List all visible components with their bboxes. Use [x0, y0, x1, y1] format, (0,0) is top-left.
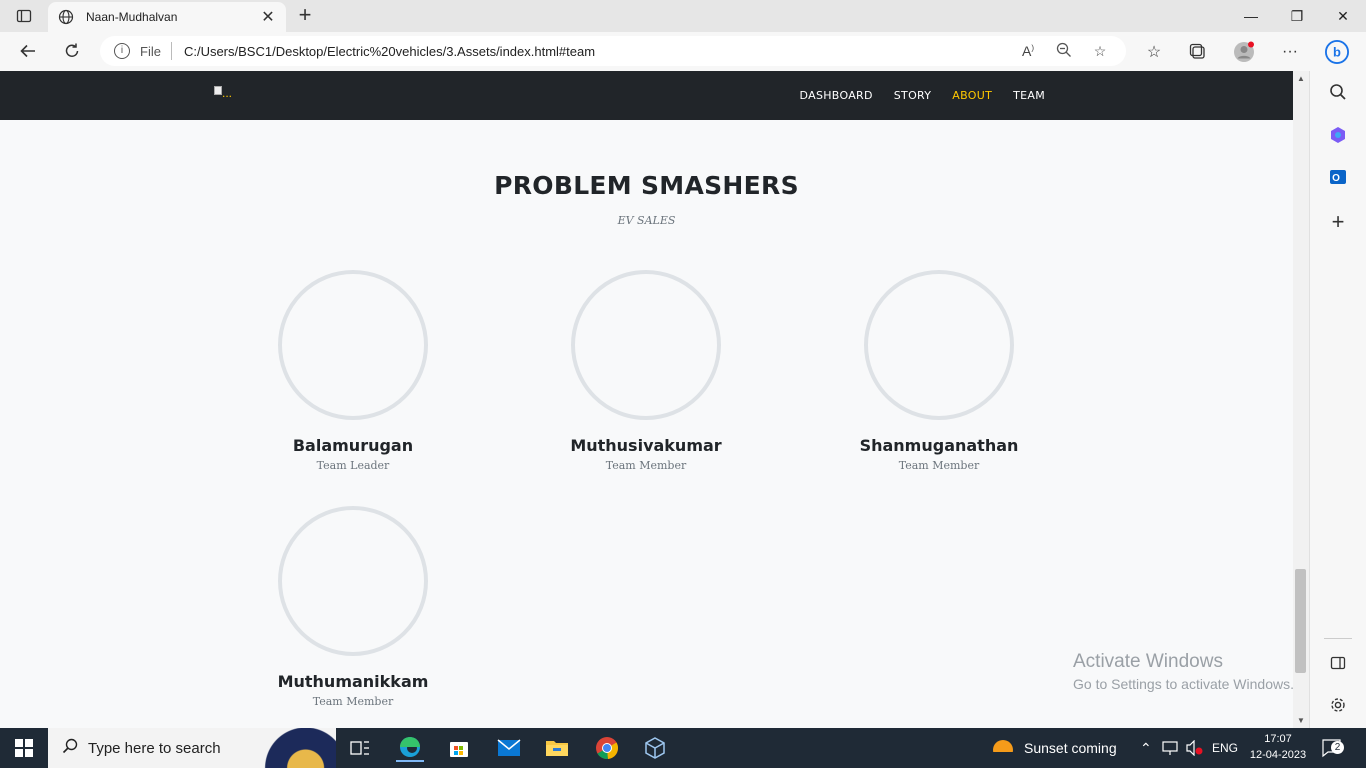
globe-icon: [58, 9, 74, 25]
watermark-subtitle: Go to Settings to activate Windows.: [1073, 676, 1294, 692]
member-role: Team Member: [898, 459, 980, 472]
member-photo: [864, 270, 1014, 420]
new-tab-button[interactable]: +: [292, 4, 318, 28]
member-role: Team Leader: [316, 459, 390, 472]
search-icon[interactable]: [1325, 79, 1351, 105]
read-aloud-icon[interactable]: A): [1016, 43, 1040, 59]
page-scrollbar[interactable]: ▲ ▼: [1293, 71, 1309, 728]
add-favorite-icon[interactable]: ☆: [1088, 43, 1112, 60]
notification-center[interactable]: 2: [1322, 728, 1344, 768]
member-role: Team Member: [605, 459, 687, 472]
tab-title: Naan-Mudhalvan: [86, 10, 178, 24]
weather-text: Sunset coming: [1024, 740, 1117, 756]
scroll-down-icon[interactable]: ▼: [1297, 716, 1305, 725]
scheme-label: File: [140, 43, 161, 59]
profile-avatar[interactable]: [1232, 40, 1256, 64]
search-highlight-image: [260, 728, 336, 768]
site-nav-links: DASHBOARD STORY ABOUT TEAM: [800, 71, 1045, 120]
scroll-up-icon[interactable]: ▲: [1297, 74, 1305, 83]
browser-tab-bar: Naan-Mudhalvan ✕ + — ❐ ✕: [0, 0, 1366, 32]
broken-image-icon: [214, 86, 222, 95]
member-name: Shanmuganathan: [859, 436, 1019, 455]
collections-icon[interactable]: [1186, 40, 1210, 64]
edge-sidebar: O +: [1309, 71, 1366, 728]
team-member-card: Shanmuganathan Team Member: [839, 270, 1039, 472]
svg-text:O: O: [1332, 173, 1340, 184]
brand-logo[interactable]: ...: [214, 86, 242, 104]
back-button[interactable]: [13, 38, 43, 64]
scrollbar-thumb[interactable]: [1295, 569, 1306, 673]
member-name: Muthumanikkam: [277, 672, 429, 691]
browser-tab[interactable]: Naan-Mudhalvan ✕: [48, 2, 286, 32]
watermark-title: Activate Windows: [1073, 651, 1223, 672]
nav-link-team[interactable]: TEAM: [1013, 89, 1045, 102]
address-divider: [170, 42, 172, 60]
minimize-button[interactable]: —: [1228, 0, 1274, 32]
start-button[interactable]: [0, 728, 48, 768]
nav-link-dashboard[interactable]: DASHBOARD: [800, 89, 873, 102]
sunset-icon: [990, 740, 1016, 759]
hide-sidebar-icon[interactable]: [1325, 650, 1351, 676]
system-clock[interactable]: 17:07 12-04-2023: [1240, 731, 1316, 763]
virtualbox-icon[interactable]: [641, 734, 669, 762]
member-photo: [278, 506, 428, 656]
windows-taskbar: Type here to search Sunset coming ⌃ ENG …: [0, 728, 1366, 768]
clock-time: 17:07: [1264, 733, 1292, 745]
address-toolbar: i File C:/Users/BSC1/Desktop/Electric%20…: [0, 32, 1366, 71]
more-options-icon[interactable]: ···: [1278, 40, 1302, 64]
search-icon: [62, 738, 78, 759]
site-navbar: ... DASHBOARD STORY ABOUT TEAM: [0, 71, 1293, 120]
team-subheading: EV SALES: [617, 214, 676, 227]
member-name: Muthusivakumar: [570, 436, 722, 455]
member-photo: [278, 270, 428, 420]
info-icon[interactable]: i: [114, 43, 130, 59]
show-hidden-icons[interactable]: ⌃: [1140, 728, 1152, 768]
zoom-out-icon[interactable]: [1052, 42, 1076, 61]
restore-button[interactable]: ❐: [1274, 0, 1320, 32]
taskbar-search-box[interactable]: Type here to search: [48, 728, 336, 768]
clock-date: 12-04-2023: [1249, 749, 1307, 761]
team-heading: PROBLEM SMASHERS: [494, 171, 799, 200]
close-tab-icon[interactable]: ✕: [260, 7, 276, 27]
store-icon[interactable]: [445, 734, 473, 762]
member-role: Team Member: [312, 695, 394, 708]
nav-link-about[interactable]: ABOUT: [952, 89, 992, 102]
mail-icon[interactable]: [495, 734, 523, 762]
volume-muted-icon[interactable]: [1186, 728, 1204, 768]
close-window-button[interactable]: ✕: [1320, 0, 1366, 32]
sidebar-divider: [1324, 638, 1352, 639]
outlook-icon[interactable]: O: [1325, 164, 1351, 190]
weather-widget[interactable]: Sunset coming: [990, 728, 1117, 768]
window-controls: — ❐ ✕: [1228, 0, 1366, 32]
file-explorer-icon[interactable]: [543, 734, 571, 762]
task-view-icon[interactable]: [346, 734, 374, 762]
language-indicator[interactable]: ENG: [1212, 728, 1238, 768]
page-viewport: ... DASHBOARD STORY ABOUT TEAM PROBLEM S…: [0, 71, 1293, 728]
chrome-icon[interactable]: [593, 734, 621, 762]
edge-taskbar-icon[interactable]: [396, 734, 424, 762]
team-member-card: Balamurugan Team Leader: [253, 270, 453, 472]
network-icon[interactable]: [1162, 728, 1180, 768]
settings-gear-icon[interactable]: [1325, 692, 1351, 718]
favorites-icon[interactable]: ☆: [1142, 40, 1166, 64]
team-member-card: Muthumanikkam Team Member: [253, 506, 453, 708]
url-text[interactable]: C:/Users/BSC1/Desktop/Electric%20vehicle…: [184, 44, 1004, 59]
search-placeholder: Type here to search: [88, 739, 221, 757]
member-photo: [571, 270, 721, 420]
tab-actions-icon[interactable]: [8, 4, 40, 28]
member-name: Balamurugan: [292, 436, 414, 455]
refresh-button[interactable]: [57, 38, 87, 64]
nav-link-story[interactable]: STORY: [894, 89, 932, 102]
bing-chat-icon[interactable]: b: [1325, 40, 1349, 64]
copilot-icon[interactable]: [1325, 122, 1351, 148]
team-member-card: Muthusivakumar Team Member: [546, 270, 746, 472]
address-bar[interactable]: i File C:/Users/BSC1/Desktop/Electric%20…: [100, 36, 1126, 66]
add-sidebar-app-icon[interactable]: +: [1325, 209, 1351, 235]
activate-windows-watermark: Activate Windows Go to Settings to activ…: [1073, 651, 1294, 692]
notification-count: 2: [1331, 741, 1344, 754]
brand-alt-text: ...: [222, 86, 233, 100]
svg-text:b: b: [1333, 45, 1341, 60]
